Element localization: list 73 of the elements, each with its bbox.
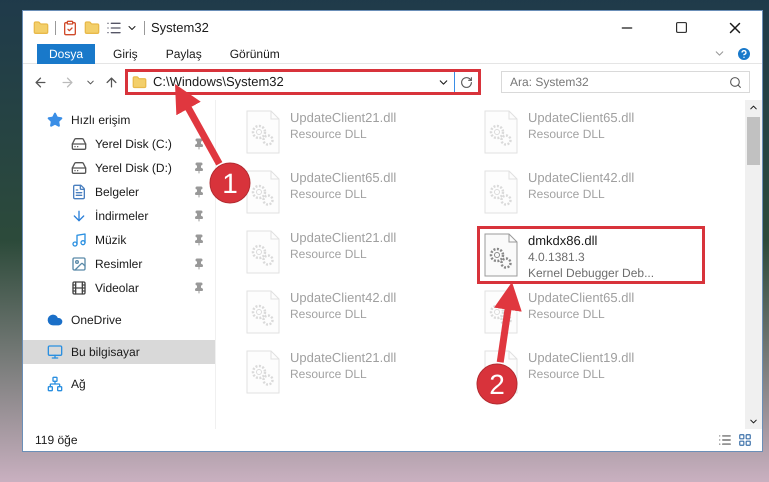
maximize-icon[interactable]	[675, 21, 688, 34]
ribbon-tab[interactable]: Görünüm	[218, 44, 292, 64]
sidebar-item[interactable]: Belgeler	[23, 180, 215, 204]
sidebar-item[interactable]: Resimler	[23, 252, 215, 276]
annotation-badge	[210, 162, 250, 204]
sidebar-item[interactable]: OneDrive	[23, 308, 215, 332]
annotation-number: 2	[489, 369, 505, 400]
star-icon	[47, 112, 63, 128]
gear-file-icon	[246, 350, 280, 394]
gear-file-icon	[484, 290, 518, 334]
ribbon-tab[interactable]: Paylaş	[154, 44, 214, 64]
sidebar-item[interactable]: İndirmeler	[23, 204, 215, 228]
file-description: Resource DLL	[290, 306, 368, 322]
file-description: Resource DLL	[528, 306, 606, 322]
sidebar-item[interactable]: Hızlı erişim	[23, 108, 215, 132]
item-count: 119 öğe	[35, 432, 78, 449]
scrollbar-thumb[interactable]	[747, 117, 760, 165]
view-list-icon[interactable]	[106, 20, 122, 36]
drive-icon	[71, 160, 87, 176]
sidebar-item[interactable]: Bu bilgisayar	[23, 340, 215, 364]
pin-icon	[193, 258, 205, 270]
annotation-badge	[476, 364, 518, 404]
ribbon-tab[interactable]: Dosya	[37, 44, 96, 64]
sidebar-item[interactable]: Yerel Disk (C:)	[23, 132, 215, 156]
sidebar-item[interactable]: Ağ	[23, 372, 215, 396]
gear-file-icon	[246, 230, 280, 274]
search-icon	[729, 76, 742, 89]
file-description: Resource DLL	[290, 126, 368, 142]
pin-icon	[193, 138, 205, 150]
music-note-icon	[71, 232, 87, 248]
file-description: Kernel Debugger Deb...	[528, 265, 654, 281]
pin-icon	[193, 186, 205, 198]
file-description: Resource DLL	[528, 186, 606, 202]
file-description: Resource DLL	[290, 246, 368, 262]
help-icon[interactable]	[736, 46, 752, 62]
annotation-number: 1	[222, 168, 238, 199]
file-description: Resource DLL	[290, 366, 368, 382]
file-name[interactable]: dmkdx86.dll	[528, 233, 654, 249]
picture-icon	[71, 256, 87, 272]
large-icons-view-icon[interactable]	[738, 433, 752, 447]
gear-file-icon	[246, 290, 280, 334]
drive-icon	[71, 136, 87, 152]
address-bar[interactable]: C:\Windows\System32	[125, 69, 481, 95]
gear-file-icon	[246, 110, 280, 154]
monitor-icon	[47, 344, 63, 360]
gear-file-icon	[484, 110, 518, 154]
file-description: Resource DLL	[290, 186, 368, 202]
ribbon-tab[interactable]: Giriş	[101, 44, 150, 64]
scrollbar[interactable]	[745, 100, 762, 429]
cloud-icon	[47, 312, 63, 328]
details-view-icon[interactable]	[718, 433, 732, 447]
window-title: System32	[151, 18, 209, 37]
gear-file-icon	[484, 233, 518, 277]
search-field[interactable]: Ara: System32	[501, 71, 750, 93]
refresh-icon[interactable]	[460, 76, 473, 88]
gear-file-icon	[246, 170, 280, 214]
file-description: 4.0.1381.3	[528, 249, 586, 265]
document-icon	[71, 184, 87, 200]
sidebar-item[interactable]: Videolar	[23, 276, 215, 300]
pin-icon	[193, 282, 205, 294]
network-icon	[47, 376, 63, 392]
pin-icon	[193, 162, 205, 174]
gear-file-icon	[484, 170, 518, 214]
properties-icon[interactable]	[62, 20, 78, 36]
file-description: Resource DLL	[528, 366, 606, 382]
file-description: Resource DLL	[528, 126, 606, 142]
pin-icon	[193, 234, 205, 246]
folder-icon	[132, 74, 147, 90]
film-icon	[71, 280, 87, 296]
sidebar-item[interactable]: Yerel Disk (D:)	[23, 156, 215, 180]
download-icon	[71, 208, 87, 224]
pin-icon	[193, 210, 205, 222]
sidebar-item[interactable]: Müzik	[23, 228, 215, 252]
